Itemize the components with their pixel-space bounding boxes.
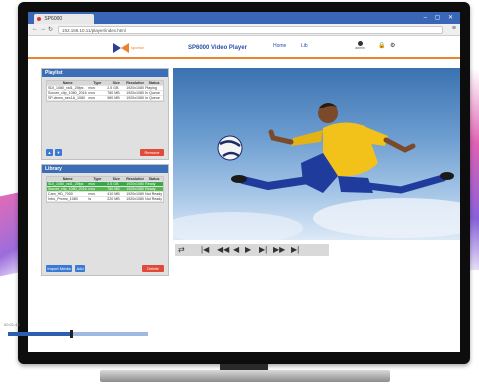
browser-nav-bar: ← → ↻ 192.168.10.11/player/index.html ≡ — [28, 24, 460, 36]
progress-time-label: 00:01:42 — [4, 322, 20, 327]
back-arrow-icon[interactable]: ← — [32, 26, 38, 32]
gear-icon[interactable]: ⚙ — [390, 42, 395, 49]
import-media-button[interactable]: Import Media — [46, 265, 72, 272]
skip-to-start-button[interactable]: |◀ — [201, 245, 209, 255]
step-back-button[interactable]: ◀ — [233, 245, 239, 255]
brand-logo: sporton — [113, 43, 147, 53]
library-panel: Library Name Type Size Resolution Status SDI… — [41, 164, 169, 276]
monitor-stand-base — [100, 370, 390, 382]
monitor-screen: SP6000 – ▢ ✕ ← → ↻ 192.168.10.11/player/… — [28, 12, 460, 352]
table-row[interactable]: SP-demo_sec1A_1080 mov 980 MB 1920x1080 In Q… — [47, 96, 163, 101]
step-forward-button[interactable]: ▶| — [259, 245, 267, 255]
nav-link-home[interactable]: Home — [273, 43, 286, 49]
playlist-table: Name Type Size Resolution Status SDI_1080_vi… — [46, 80, 164, 102]
skip-to-end-button[interactable]: ▶| — [291, 245, 299, 255]
page-title: SP6000 Video Player — [188, 45, 247, 51]
window-controls[interactable]: – ▢ ✕ — [424, 14, 456, 21]
playback-controls: ⇄ |◀ ◀◀ ◀ ▶ ▶| ▶▶ ▶| — [175, 244, 329, 256]
browser-tab-bar: SP6000 – ▢ ✕ — [28, 12, 460, 24]
fast-forward-button[interactable]: ▶▶ — [273, 245, 285, 255]
url-bar[interactable]: 192.168.10.11/player/index.html — [58, 26, 443, 34]
monitor-bezel: SP6000 – ▢ ✕ ← → ↻ 192.168.10.11/player/… — [18, 2, 470, 364]
library-table: Name Type Size Resolution Status SDI_1080_vi… — [46, 176, 164, 203]
progress-track[interactable] — [8, 330, 148, 338]
loop-icon[interactable]: ⇄ — [178, 245, 185, 255]
move-up-button[interactable]: ▲ — [46, 149, 53, 156]
progress-handle[interactable] — [70, 330, 73, 338]
rewind-button[interactable]: ◀◀ — [217, 245, 229, 255]
app-header: sporton SP6000 Video Player Home Lib adm… — [28, 37, 460, 59]
logo-text: sporton — [131, 45, 145, 50]
playlist-panel: Playlist Name Type Size Resolution Status SD… — [41, 68, 169, 160]
video-frame[interactable] — [173, 68, 460, 240]
table-row[interactable]: Intro_Promo_1080 ts 220 MB 1920x1080 Not Rea… — [47, 197, 163, 202]
browser-menu-icon[interactable]: ≡ — [452, 25, 456, 32]
browser-tab[interactable]: SP6000 — [34, 14, 94, 24]
play-button[interactable]: ▶ — [245, 245, 251, 255]
move-down-button[interactable]: ▼ — [55, 149, 62, 156]
add-button[interactable]: Add — [75, 265, 85, 272]
library-title: Library — [42, 165, 168, 173]
progress-fill — [8, 332, 71, 336]
tab-favicon-icon — [37, 16, 41, 21]
lock-icon[interactable]: 🔒 — [378, 42, 385, 49]
video-content-image — [173, 103, 460, 240]
forward-arrow-icon[interactable]: → — [40, 26, 46, 32]
user-menu[interactable]: admin — [351, 41, 369, 50]
remove-button[interactable]: Remove — [140, 149, 164, 156]
delete-button[interactable]: Delete — [142, 265, 164, 272]
reload-icon[interactable]: ↻ — [48, 26, 53, 33]
tab-title: SP6000 — [44, 16, 63, 22]
playlist-title: Playlist — [42, 69, 168, 77]
user-name: admin — [355, 46, 365, 50]
nav-link-lib[interactable]: Lib — [301, 43, 308, 49]
